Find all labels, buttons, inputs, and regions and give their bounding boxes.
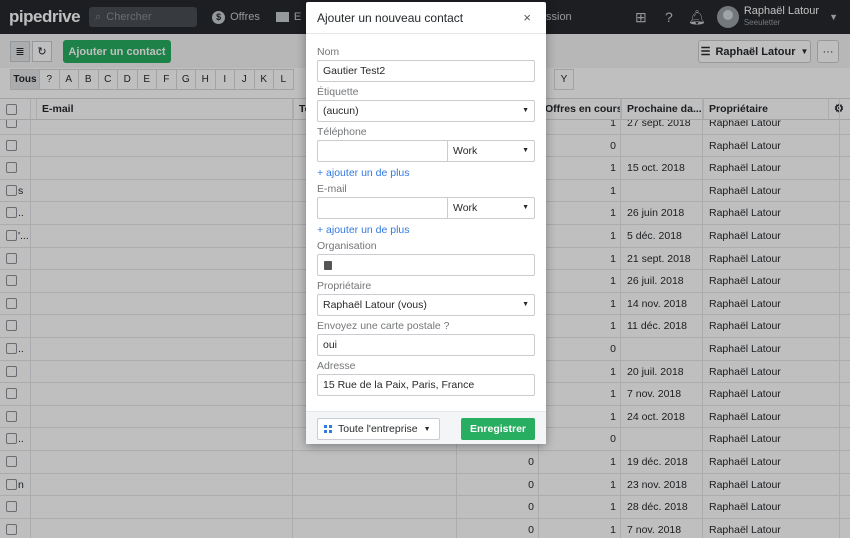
email-field[interactable] bbox=[317, 197, 448, 219]
phone-field[interactable] bbox=[317, 140, 448, 162]
tag-label: Étiquette bbox=[317, 86, 359, 98]
building-icon bbox=[324, 261, 332, 270]
save-button[interactable]: Enregistrer bbox=[461, 418, 535, 440]
phone-label: Téléphone bbox=[317, 126, 367, 138]
visibility-value: Toute l'entreprise bbox=[338, 423, 418, 435]
owner-label: Propriétaire bbox=[317, 280, 372, 292]
organization-label: Organisation bbox=[317, 240, 377, 252]
chevron-down-icon: ▼ bbox=[522, 107, 529, 114]
name-label: Nom bbox=[317, 46, 340, 58]
phone-type-value: Work bbox=[453, 145, 478, 157]
visibility-select[interactable]: Toute l'entreprise ▼ bbox=[317, 418, 440, 440]
email-label: E-mail bbox=[317, 183, 347, 195]
tag-value: (aucun) bbox=[323, 105, 359, 117]
tag-select[interactable]: (aucun) ▼ bbox=[317, 100, 535, 122]
address-label: Adresse bbox=[317, 360, 356, 372]
email-type-value: Work bbox=[453, 202, 478, 214]
chevron-down-icon: ▼ bbox=[423, 425, 431, 433]
grid-icon bbox=[324, 425, 332, 433]
owner-select[interactable]: Raphaël Latour (vous) ▼ bbox=[317, 294, 535, 316]
email-type-select[interactable]: Work ▼ bbox=[447, 197, 535, 219]
chevron-down-icon: ▼ bbox=[522, 147, 529, 154]
owner-value: Raphaël Latour (vous) bbox=[323, 299, 427, 311]
address-field[interactable]: 15 Rue de la Paix, Paris, France bbox=[317, 374, 535, 396]
postcard-field[interactable]: oui bbox=[317, 334, 535, 356]
chevron-down-icon: ▼ bbox=[522, 301, 529, 308]
chevron-down-icon: ▼ bbox=[522, 204, 529, 211]
add-email-link[interactable]: + ajouter un de plus bbox=[317, 224, 410, 236]
dialog-title: Ajouter un nouveau contact bbox=[306, 2, 546, 34]
dialog-footer: Toute l'entreprise ▼ Enregistrer bbox=[306, 411, 546, 444]
postcard-label: Envoyez une carte postale ? bbox=[317, 320, 450, 332]
add-phone-link[interactable]: + ajouter un de plus bbox=[317, 167, 410, 179]
organization-field[interactable] bbox=[317, 254, 535, 276]
phone-type-select[interactable]: Work ▼ bbox=[447, 140, 535, 162]
add-contact-dialog: Ajouter un nouveau contact × Nom Gautier… bbox=[306, 2, 546, 444]
name-field[interactable]: Gautier Test2 bbox=[317, 60, 535, 82]
close-icon[interactable]: × bbox=[523, 10, 531, 25]
